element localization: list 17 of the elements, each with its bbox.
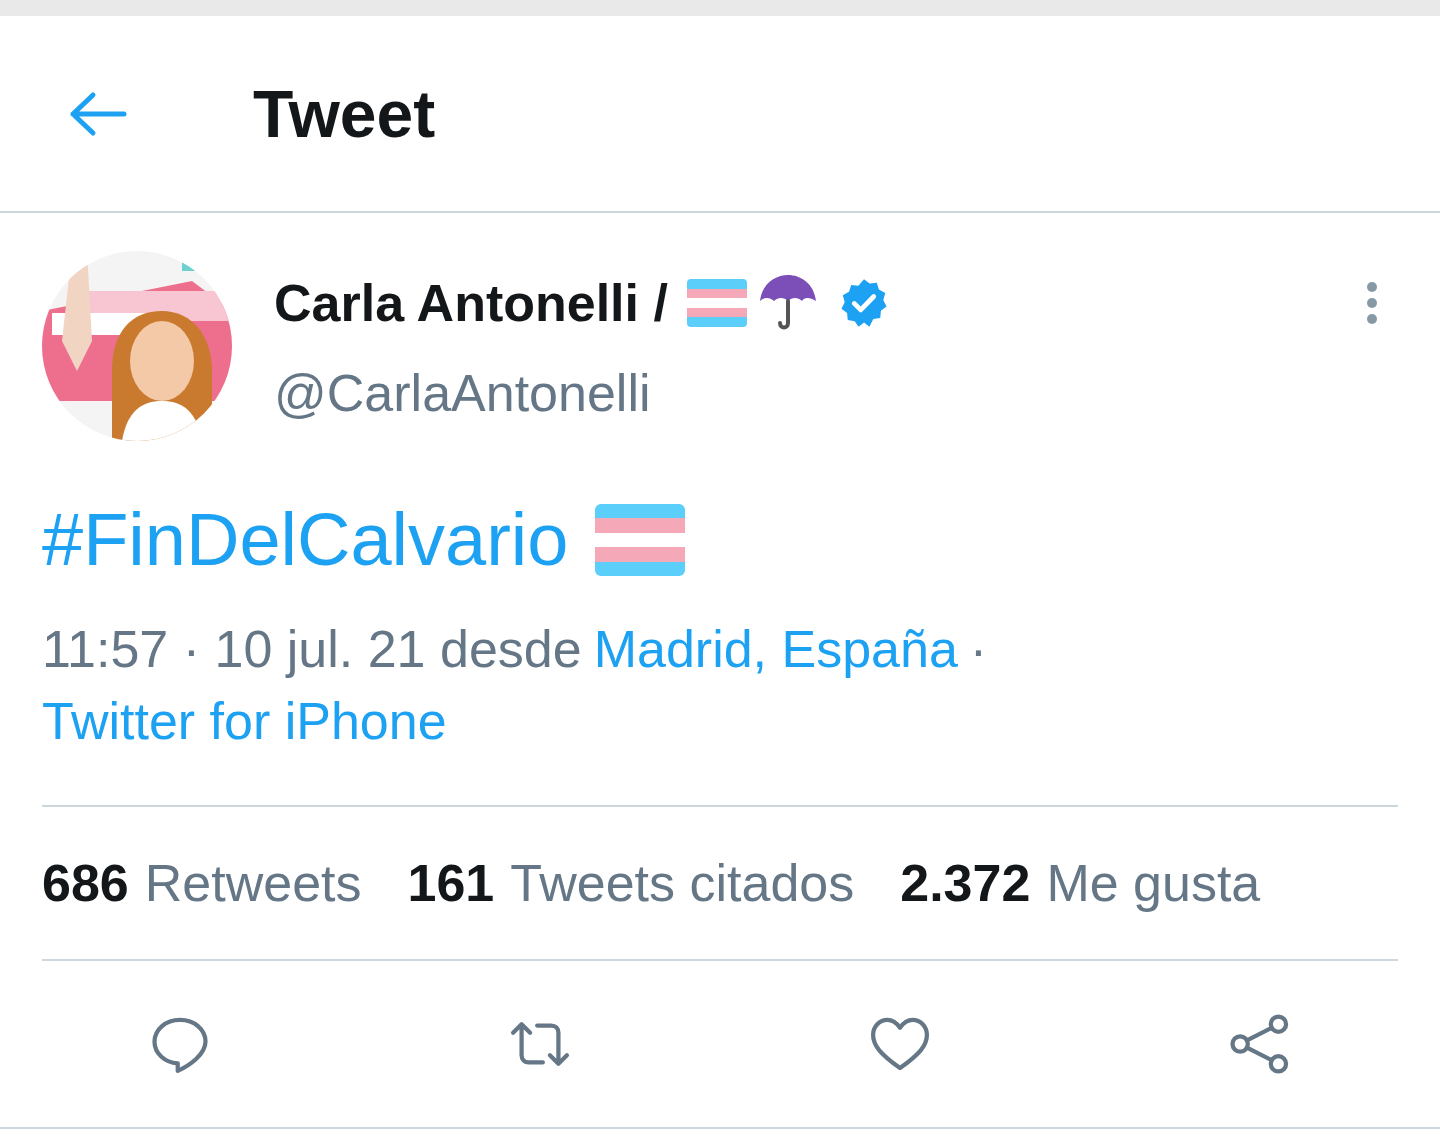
back-arrow-icon <box>69 90 127 137</box>
location-link[interactable]: Madrid, España <box>593 613 958 685</box>
hashtag-link[interactable]: #FinDelCalvario <box>42 503 569 577</box>
stat-count: 2.372 <box>900 857 1031 909</box>
stat-label: Tweets citados <box>510 857 855 909</box>
author-handle: @CarlaAntonelli <box>274 367 652 419</box>
stat-count: 161 <box>407 857 495 909</box>
source-link[interactable]: Twitter for iPhone <box>42 692 447 750</box>
stat-label: Retweets <box>144 857 362 909</box>
more-icon <box>1366 281 1378 325</box>
separator: · <box>969 619 988 680</box>
transgender-flag-icon <box>685 278 748 328</box>
tweet-timestamp: 11:57 · 10 jul. 21 desde <box>42 619 582 680</box>
transgender-flag-icon <box>594 503 687 577</box>
page-title: Tweet <box>253 80 436 147</box>
author-name: Carla Antonelli / <box>274 277 668 329</box>
stat-count: 686 <box>42 857 129 909</box>
